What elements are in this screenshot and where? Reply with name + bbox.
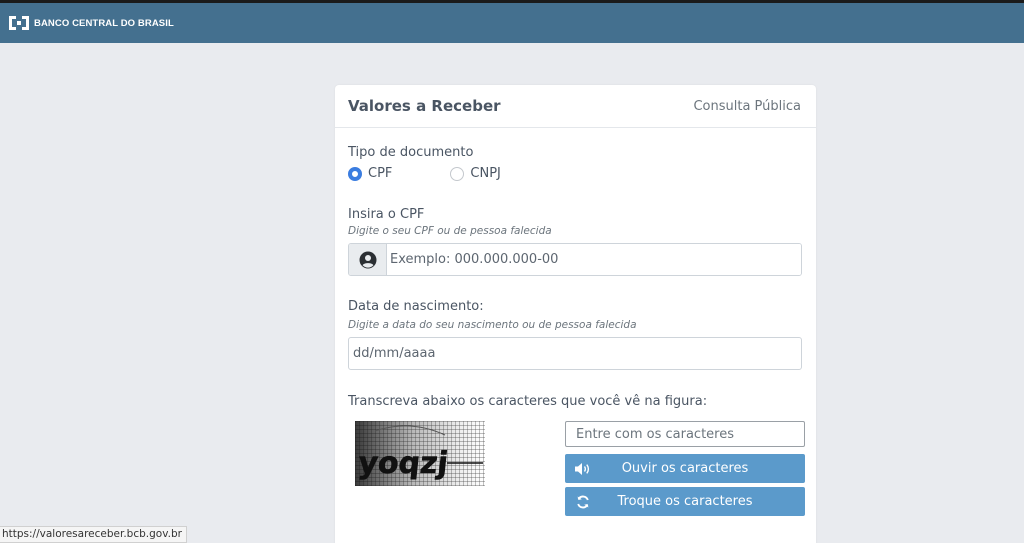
birth-date-input[interactable] xyxy=(348,337,802,370)
card-title: Valores a Receber xyxy=(348,97,501,115)
listen-captcha-button[interactable]: Ouvir os caracteres xyxy=(565,454,805,483)
radio-cpf[interactable]: CPF xyxy=(348,166,392,181)
captcha-instruction: Transcreva abaixo os caracteres que você… xyxy=(348,394,708,409)
captcha-input[interactable] xyxy=(565,421,805,447)
speaker-icon xyxy=(565,462,601,476)
cpf-label: Insira o CPF xyxy=(348,207,425,222)
card-header: Valores a Receber Consulta Pública xyxy=(335,85,816,128)
radio-cpf-label[interactable]: CPF xyxy=(368,166,392,181)
cpf-input-group xyxy=(348,243,802,276)
birth-date-label: Data de nascimento: xyxy=(348,299,484,314)
captcha-image: yoqzj xyxy=(355,421,485,486)
refresh-icon xyxy=(565,495,601,509)
brand-name: BANCO CENTRAL DO BRASIL xyxy=(34,17,174,29)
refresh-captcha-button[interactable]: Troque os caracteres xyxy=(565,487,805,516)
site-header: BANCO CENTRAL DO BRASIL xyxy=(0,3,1024,43)
radio-cnpj-control[interactable] xyxy=(450,166,465,181)
document-type-label: Tipo de documento xyxy=(348,145,474,160)
cpf-hint: Digite o seu CPF ou de pessoa falecida xyxy=(348,225,552,237)
bcb-logo[interactable]: BANCO CENTRAL DO BRASIL xyxy=(8,14,174,32)
browser-status-bar: https://valoresareceber.bcb.gov.br xyxy=(0,526,187,543)
radio-cnpj-label[interactable]: CNPJ xyxy=(470,166,500,181)
radio-cnpj[interactable]: CNPJ xyxy=(450,166,501,181)
user-circle-icon xyxy=(349,244,387,275)
card-subtitle: Consulta Pública xyxy=(693,98,801,114)
bcb-logo-icon xyxy=(8,14,30,32)
birth-date-hint: Digite a data do seu nascimento ou de pe… xyxy=(348,319,637,331)
refresh-captcha-label: Troque os caracteres xyxy=(617,494,753,509)
listen-captcha-label: Ouvir os caracteres xyxy=(621,461,749,476)
document-type-radio-group: CPF CNPJ xyxy=(348,166,501,181)
captcha-text: yoqzj xyxy=(357,446,450,481)
radio-cpf-control[interactable] xyxy=(348,166,362,181)
cpf-input[interactable] xyxy=(387,244,801,275)
consulta-card: Valores a Receber Consulta Pública Tipo … xyxy=(335,85,816,543)
